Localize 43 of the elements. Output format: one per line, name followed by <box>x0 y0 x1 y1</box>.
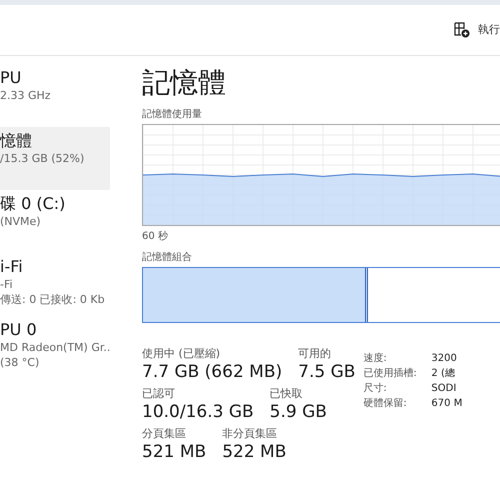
detail-label: 硬體保留: <box>363 397 408 411</box>
stat-value: 5.9 GB <box>270 401 327 423</box>
stat-label: 已認可 <box>142 387 176 401</box>
detail-value: SODI <box>431 382 456 396</box>
item-title: i-Fi <box>0 257 24 277</box>
stat-value: 522 MB <box>222 441 286 463</box>
chart-label: 記憶體使用量 <box>142 108 203 121</box>
detail-label: 已使用插槽: <box>363 366 418 381</box>
item-title: 碟 0 (C:) <box>0 194 66 214</box>
stat-value: 521 MB <box>142 441 206 463</box>
item-detail: 傳送: 0 已接收: 0 Kb <box>0 292 106 307</box>
stat-value: 10.0/16.3 GB <box>142 401 254 423</box>
stat-label: 使用中 (已壓縮) <box>142 347 222 361</box>
stat-value: 7.5 GB <box>298 361 356 383</box>
detail-label: 尺寸: <box>363 382 388 396</box>
run-task-label[interactable]: 執行 <box>478 22 500 38</box>
stat-label: 可用的 <box>298 347 332 361</box>
detail-value: 670 M <box>431 397 462 411</box>
time-axis-label: 60 秒 <box>142 230 169 243</box>
sidebar-item[interactable]: 碟 0 (C:) (NVMe) <box>0 190 110 253</box>
stat-label: 已快取 <box>270 387 304 401</box>
stat-value: 7.7 GB (662 MB) <box>142 361 282 383</box>
page-title: 記憶體 <box>142 66 227 100</box>
stat-label: 非分頁集區 <box>222 427 278 441</box>
new-task-icon[interactable] <box>454 22 470 38</box>
sidebar-item[interactable]: i-Fi -Fi 傳送: 0 已接收: 0 Kb <box>0 253 110 316</box>
stat-label: 分頁集區 <box>142 427 187 441</box>
sidebar-item[interactable]: PU 0 MD Radeon(TM) Gr.. (38 °C) <box>0 316 110 379</box>
sidebar-item[interactable]: PU 2.33 GHz <box>0 64 110 127</box>
item-title: 憶體 <box>0 131 33 151</box>
item-title: PU <box>0 68 22 88</box>
chart-label: 記憶體組合 <box>142 251 193 264</box>
item-detail: MD Radeon(TM) Gr.. <box>0 340 110 355</box>
sidebar-item[interactable]: 憶體 /15.3 GB (52%) <box>0 127 110 190</box>
item-detail: 2.33 GHz <box>0 88 52 103</box>
item-detail: (NVMe) <box>0 214 42 229</box>
detail-value: 2 (總 <box>431 367 455 381</box>
item-detail: (38 °C) <box>0 355 40 370</box>
detail-label: 速度: <box>363 352 388 366</box>
item-title: PU 0 <box>0 320 38 340</box>
item-detail: /15.3 GB (52%) <box>0 151 86 166</box>
item-detail: -Fi <box>0 277 14 292</box>
detail-value: 3200 <box>431 352 457 366</box>
